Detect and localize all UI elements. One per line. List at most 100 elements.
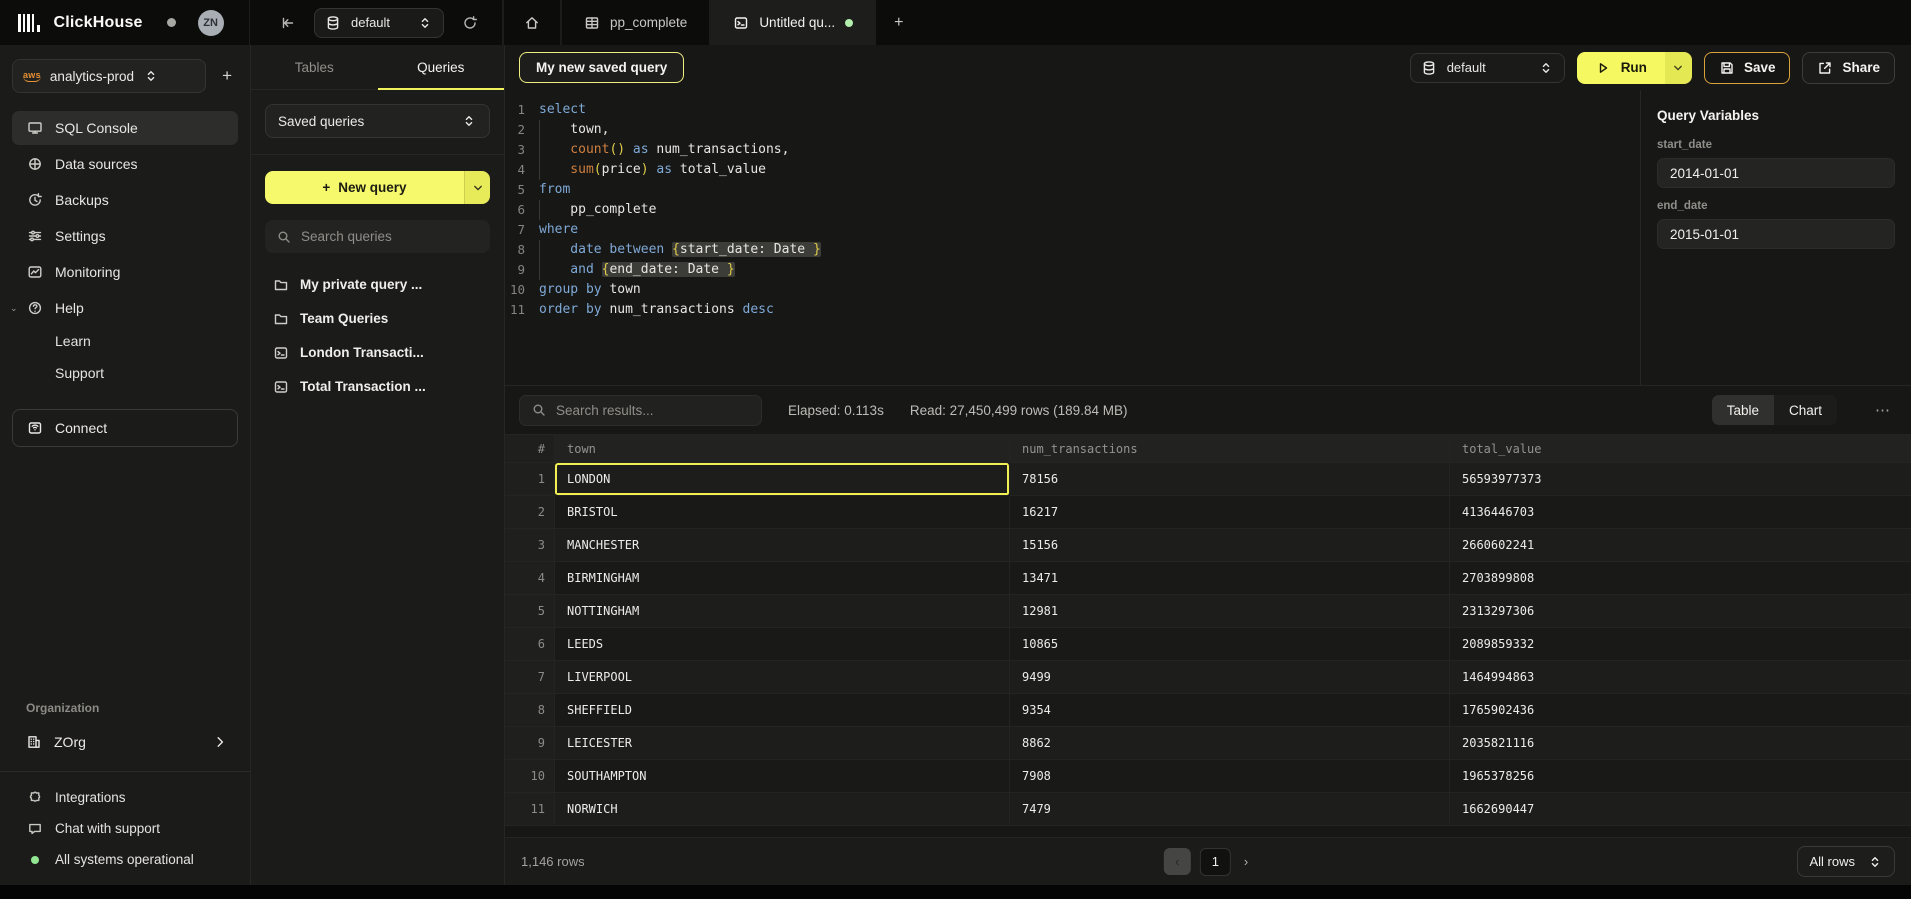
sidebar-item-sql-console[interactable]: SQL Console — [12, 111, 238, 145]
table-cell[interactable]: 1464994863 — [1450, 661, 1911, 694]
sidebar-footer-chat-with-support[interactable]: Chat with support — [12, 813, 238, 844]
row-number[interactable]: 2 — [505, 496, 555, 529]
column-header-town[interactable]: town — [555, 435, 1010, 463]
table-cell[interactable]: 1765902436 — [1450, 694, 1911, 727]
row-number[interactable]: 1 — [505, 463, 555, 496]
editor-database-select[interactable]: default — [1410, 53, 1565, 83]
tab-home[interactable] — [503, 0, 561, 45]
sidebar-item-help[interactable]: ⌄Help — [12, 291, 238, 325]
table-cell[interactable]: 12981 — [1010, 595, 1450, 628]
connect-button[interactable]: Connect — [12, 409, 238, 447]
table-cell[interactable]: LIVERPOOL — [555, 661, 1010, 694]
panel-tabs: Tables Queries — [251, 45, 504, 90]
next-page-button[interactable]: › — [1240, 854, 1252, 869]
sidebar-footer-integrations[interactable]: Integrations — [12, 782, 238, 813]
table-cell[interactable]: SHEFFIELD — [555, 694, 1010, 727]
row-number[interactable]: 6 — [505, 628, 555, 661]
sidebar-item-learn[interactable]: Learn — [12, 325, 238, 357]
table-cell[interactable]: 2035821116 — [1450, 727, 1911, 760]
start-date-input[interactable]: 2014-01-01 — [1657, 158, 1895, 188]
table-cell[interactable]: 56593977373 — [1450, 463, 1911, 496]
table-cell[interactable]: 78156 — [1010, 463, 1450, 496]
table-cell[interactable]: 13471 — [1010, 562, 1450, 595]
sidebar-item-backups[interactable]: Backups — [12, 183, 238, 217]
search-queries-input[interactable]: Search queries — [265, 220, 490, 253]
table-cell[interactable]: BRISTOL — [555, 496, 1010, 529]
add-service-button[interactable]: + — [216, 66, 238, 86]
table-cell[interactable]: BIRMINGHAM — [555, 562, 1010, 595]
run-button[interactable]: Run — [1577, 52, 1692, 84]
table-cell[interactable]: 8862 — [1010, 727, 1450, 760]
tab-pp-complete[interactable]: pp_complete — [561, 0, 710, 45]
saved-queries-select[interactable]: Saved queries — [265, 104, 490, 138]
row-number[interactable]: 11 — [505, 793, 555, 826]
column-header-index[interactable]: # — [505, 435, 555, 463]
end-date-input[interactable]: 2015-01-01 — [1657, 219, 1895, 249]
row-number[interactable]: 3 — [505, 529, 555, 562]
results-more-button[interactable]: ⋯ — [1863, 401, 1895, 419]
run-options-caret[interactable] — [1665, 52, 1692, 84]
tab-untitled-query[interactable]: Untitled qu... — [710, 0, 876, 45]
table-cell[interactable]: 2703899808 — [1450, 562, 1911, 595]
table-cell[interactable]: 2660602241 — [1450, 529, 1911, 562]
organization-row[interactable]: ZOrg — [12, 725, 238, 759]
service-select[interactable]: aws analytics-prod — [12, 59, 206, 93]
share-button[interactable]: Share — [1802, 52, 1895, 84]
table-cell[interactable]: 9354 — [1010, 694, 1450, 727]
new-query-button[interactable]: + New query — [265, 171, 490, 204]
sidebar-item-monitoring[interactable]: Monitoring — [12, 255, 238, 289]
view-table-button[interactable]: Table — [1712, 395, 1774, 425]
sidebar-item-support[interactable]: Support — [12, 357, 238, 389]
table-cell[interactable]: 16217 — [1010, 496, 1450, 529]
table-cell[interactable]: NORWICH — [555, 793, 1010, 826]
table-cell[interactable]: 7908 — [1010, 760, 1450, 793]
saved-query-item[interactable]: Total Transaction ... — [265, 371, 490, 402]
table-cell[interactable]: LEICESTER — [555, 727, 1010, 760]
sql-text: total_value — [672, 162, 766, 177]
table-cell[interactable]: NOTTINGHAM — [555, 595, 1010, 628]
saved-query-item[interactable]: My private query ... — [265, 269, 490, 300]
table-cell[interactable]: 2089859332 — [1450, 628, 1911, 661]
table-cell[interactable]: LEEDS — [555, 628, 1010, 661]
tab-tables[interactable]: Tables — [251, 45, 378, 89]
table-cell[interactable]: 4136446703 — [1450, 496, 1911, 529]
row-number[interactable]: 10 — [505, 760, 555, 793]
search-results-input[interactable]: Search results... — [519, 395, 762, 426]
saved-query-tab[interactable]: My new saved query — [519, 52, 684, 83]
table-cell[interactable]: 15156 — [1010, 529, 1450, 562]
table-cell[interactable]: 2313297306 — [1450, 595, 1911, 628]
page-number-input[interactable]: 1 — [1200, 848, 1231, 876]
table-cell[interactable]: 1965378256 — [1450, 760, 1911, 793]
view-chart-button[interactable]: Chart — [1774, 395, 1837, 425]
column-header-total_value[interactable]: total_value — [1450, 435, 1911, 463]
user-avatar[interactable]: ZN — [198, 10, 224, 36]
row-number[interactable]: 4 — [505, 562, 555, 595]
table-cell[interactable]: LONDON — [555, 463, 1010, 496]
topbar-database-select[interactable]: default — [314, 8, 444, 38]
sidebar-item-settings[interactable]: Settings — [12, 219, 238, 253]
sidebar-item-data-sources[interactable]: Data sources — [12, 147, 238, 181]
page-size-select[interactable]: All rows — [1797, 846, 1895, 877]
refresh-icon[interactable] — [458, 11, 482, 35]
row-number[interactable]: 8 — [505, 694, 555, 727]
tab-queries[interactable]: Queries — [378, 45, 505, 89]
save-button[interactable]: Save — [1704, 52, 1791, 84]
row-number[interactable]: 7 — [505, 661, 555, 694]
saved-query-item[interactable]: London Transacti... — [265, 337, 490, 368]
prev-page-button[interactable]: ‹ — [1164, 848, 1191, 875]
table-cell[interactable]: 1662690447 — [1450, 793, 1911, 826]
row-number[interactable]: 5 — [505, 595, 555, 628]
new-tab-button[interactable]: + — [876, 0, 921, 45]
sidebar-footer-all-systems-operational[interactable]: All systems operational — [12, 844, 238, 875]
table-cell[interactable]: SOUTHAMPTON — [555, 760, 1010, 793]
new-query-caret[interactable] — [464, 171, 490, 204]
column-header-num_transactions[interactable]: num_transactions — [1010, 435, 1450, 463]
table-cell[interactable]: 7479 — [1010, 793, 1450, 826]
sql-editor[interactable]: 1select2town,3count() as num_transaction… — [505, 90, 1640, 385]
row-number[interactable]: 9 — [505, 727, 555, 760]
table-cell[interactable]: MANCHESTER — [555, 529, 1010, 562]
saved-query-item[interactable]: Team Queries — [265, 303, 490, 334]
table-cell[interactable]: 9499 — [1010, 661, 1450, 694]
collapse-sidebar-icon[interactable] — [276, 11, 300, 35]
table-cell[interactable]: 10865 — [1010, 628, 1450, 661]
